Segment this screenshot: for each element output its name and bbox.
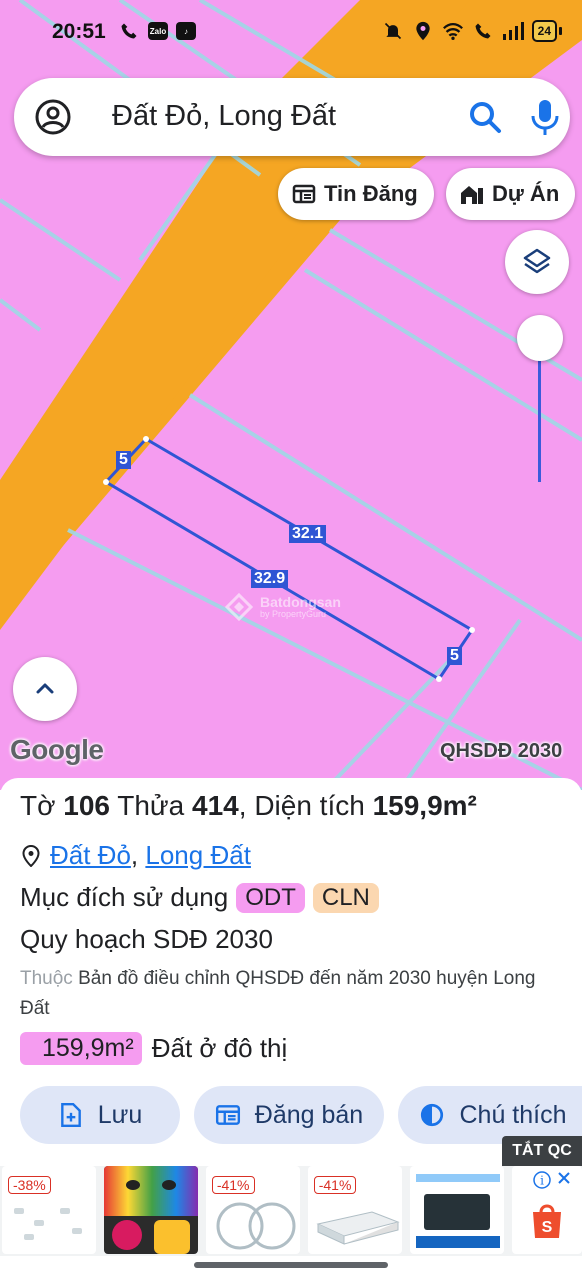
map-layer-label: QHSDĐ 2030 xyxy=(440,740,563,762)
opacity-slider-handle[interactable] xyxy=(517,315,563,361)
status-time: 20:51 xyxy=(52,20,106,43)
projects-chip[interactable]: Dự Án xyxy=(446,168,576,220)
ad-item[interactable] xyxy=(409,1166,504,1254)
listing-board-icon xyxy=(215,1105,240,1125)
contrast-icon xyxy=(421,1103,444,1127)
close-ads-button[interactable]: TẮT QC xyxy=(502,1136,582,1166)
search-bar[interactable]: Đất Đỏ, Long Đất xyxy=(14,78,570,156)
svg-text:S: S xyxy=(541,1219,552,1236)
parcel-title: Tờ 106 Thửa 414, Diện tích 159,9m² xyxy=(20,790,477,821)
edge-label-bottom-short: 5 xyxy=(447,647,462,665)
location-icon xyxy=(412,20,434,42)
status-bar: 20:51 Zalo ♪ 24 xyxy=(0,0,582,64)
land-use-purpose: Mục đích sử dụng ODT CLN xyxy=(20,882,379,913)
save-doc-icon xyxy=(60,1102,81,1128)
mute-icon xyxy=(382,20,404,42)
chevron-up-icon xyxy=(36,683,54,694)
signal-icon xyxy=(502,20,524,42)
zone-area-badge: 159,9m² xyxy=(20,1032,142,1065)
battery-indicator: 24 xyxy=(531,20,562,42)
save-button-label: Lưu xyxy=(97,1100,143,1129)
listings-chip-label: Tin Đăng xyxy=(324,181,418,206)
ad-discount: -41% xyxy=(211,1176,255,1194)
sheet-number: 106 xyxy=(63,790,110,821)
watermark-text: Batdongsan xyxy=(260,594,341,610)
ad-banner[interactable]: -38% -41% -41% i S xyxy=(0,1166,582,1256)
home-indicator[interactable] xyxy=(194,1262,388,1268)
opacity-slider-track[interactable] xyxy=(538,340,541,482)
google-attribution: Google xyxy=(10,734,104,765)
watermark-logo: Batdongsan by PropertyGuru xyxy=(224,592,341,622)
lot-number: 414 xyxy=(192,790,239,821)
account-icon[interactable] xyxy=(34,98,72,136)
district-link[interactable]: Đất Đỏ xyxy=(50,840,131,870)
ad-item[interactable]: -41% xyxy=(307,1166,402,1254)
edge-label-top-short: 5 xyxy=(116,451,131,469)
watermark-icon xyxy=(224,592,254,622)
svg-text:i: i xyxy=(540,1174,544,1188)
edge-label-top-long: 32.1 xyxy=(289,525,327,543)
ad-discount: -41% xyxy=(313,1176,357,1194)
plan-title: Quy hoạch SDĐ 2030 xyxy=(20,924,273,954)
battery-level: 24 xyxy=(531,20,557,42)
microphone-icon[interactable] xyxy=(526,96,564,138)
layers-icon xyxy=(523,248,551,274)
action-buttons: Lưu Đăng bán Chú thích xyxy=(20,1086,582,1144)
save-button[interactable]: Lưu xyxy=(20,1086,180,1144)
post-sale-button[interactable]: Đăng bán xyxy=(194,1086,384,1144)
layers-button[interactable] xyxy=(505,230,569,294)
purpose-tag-odt: ODT xyxy=(236,882,305,913)
projects-chip-label: Dự Án xyxy=(492,181,560,206)
phone-call-icon xyxy=(118,20,140,42)
search-query[interactable]: Đất Đỏ, Long Đất xyxy=(112,100,336,133)
zone-area-row: 159,9m² Đất ở đô thị xyxy=(20,1032,287,1065)
search-icon[interactable] xyxy=(466,98,504,136)
info-icon[interactable]: i xyxy=(532,1170,552,1190)
ad-item[interactable] xyxy=(103,1166,198,1254)
location-pin-icon xyxy=(22,844,40,867)
legend-button-label: Chú thích xyxy=(459,1100,567,1129)
purpose-label: Mục đích sử dụng xyxy=(20,882,229,912)
edge-label-bottom-long: 32.9 xyxy=(251,570,289,588)
listing-board-icon xyxy=(292,184,316,204)
parcel-location: Đất Đỏ, Long Đất xyxy=(22,840,251,871)
province-link[interactable]: Long Đất xyxy=(145,840,251,870)
wifi-icon xyxy=(442,20,464,42)
watermark-subtext: by PropertyGuru xyxy=(260,609,327,619)
parcel-area: 159,9m² xyxy=(372,790,477,821)
ad-item[interactable]: -41% xyxy=(205,1166,300,1254)
post-sale-button-label: Đăng bán xyxy=(254,1100,364,1129)
ad-item[interactable]: -38% xyxy=(2,1166,96,1254)
tiktok-icon: ♪ xyxy=(176,22,196,40)
buildings-icon xyxy=(461,186,483,204)
zone-type-label: Đất ở đô thị xyxy=(151,1033,288,1063)
wifi-call-icon xyxy=(472,20,494,42)
plan-description: Thuộc Bản đồ điều chỉnh QHSDĐ đến năm 20… xyxy=(20,968,536,1019)
close-icon[interactable] xyxy=(556,1170,572,1186)
listings-chip[interactable]: Tin Đăng xyxy=(278,168,434,220)
ad-item[interactable]: i S xyxy=(511,1166,582,1254)
zalo-icon: Zalo xyxy=(148,22,168,40)
ad-discount: -38% xyxy=(8,1176,51,1194)
shopee-bag-icon: S xyxy=(532,1204,561,1238)
expand-sheet-button[interactable] xyxy=(13,657,77,721)
purpose-tag-cln: CLN xyxy=(312,882,379,913)
